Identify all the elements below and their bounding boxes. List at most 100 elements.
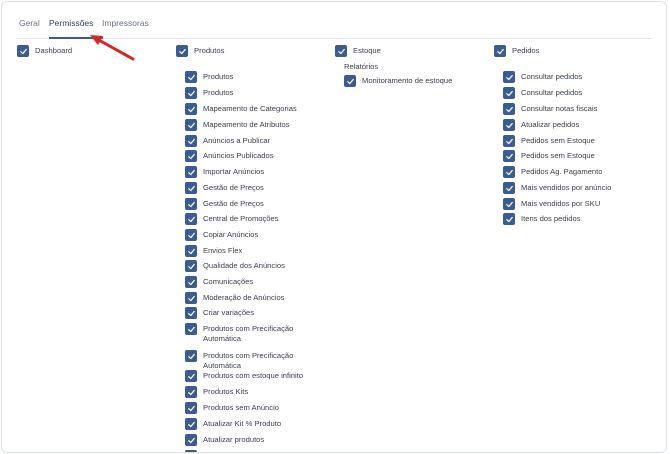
- permission-label: Mais vendidos por SKU: [521, 199, 601, 208]
- checkbox-checked-icon[interactable]: [503, 87, 515, 99]
- permission-pedidos-item[interactable]: Consultar notas fiscais: [503, 103, 597, 115]
- permission-label: Pedidos sem Estoque: [521, 151, 595, 160]
- checkbox-checked-icon[interactable]: [185, 71, 197, 83]
- checkbox-checked-icon[interactable]: [503, 198, 515, 210]
- checkbox-checked-icon[interactable]: [185, 103, 197, 115]
- checkbox-checked-icon[interactable]: [185, 150, 197, 162]
- permission-produtos[interactable]: Produtos: [176, 45, 224, 57]
- checkbox-checked-icon[interactable]: [185, 292, 197, 304]
- checkbox-checked-icon[interactable]: [185, 450, 197, 452]
- checkbox-checked-icon[interactable]: [185, 87, 197, 99]
- permission-produtos-item[interactable]: Moderação de Anúncios: [185, 292, 284, 304]
- checkbox-checked-icon[interactable]: [185, 323, 197, 335]
- permission-label: Moderação de Anúncios: [203, 293, 285, 302]
- checkbox-checked-icon[interactable]: [335, 45, 347, 57]
- permission-produtos-item[interactable]: Anúncios com Precificação: [185, 450, 294, 452]
- checkbox-checked-icon[interactable]: [185, 402, 197, 414]
- checkbox-checked-icon[interactable]: [503, 71, 515, 83]
- checkbox-checked-icon[interactable]: [185, 434, 197, 446]
- permission-pedidos-item[interactable]: Consultar pedidos: [503, 87, 582, 99]
- permissions-panel: Geral Permissões Impressoras Dashboard Pr…: [1, 1, 667, 453]
- checkbox-checked-icon[interactable]: [503, 103, 515, 115]
- checkbox-checked-icon[interactable]: [185, 386, 197, 398]
- tab-impressoras[interactable]: Impressoras: [102, 18, 149, 28]
- checkbox-checked-icon[interactable]: [185, 229, 197, 241]
- permission-produtos-item[interactable]: Qualidade dos Anúncios: [185, 260, 285, 272]
- permission-pedidos-item[interactable]: Mais vendidos por anúncio: [503, 182, 611, 194]
- permission-pedidos-item[interactable]: Pedidos sem Estoque: [503, 135, 595, 147]
- permission-produtos-item[interactable]: Produtos com estoque infinito: [185, 370, 303, 382]
- checkbox-checked-icon[interactable]: [185, 307, 197, 319]
- permission-produtos-item[interactable]: Gestão de Preços: [185, 182, 264, 194]
- permission-pedidos-item[interactable]: Pedidos sem Estoque: [503, 150, 595, 162]
- permission-label: Consultar pedidos: [521, 72, 583, 81]
- permission-produtos-item[interactable]: Comunicações: [185, 276, 253, 288]
- checkbox-checked-icon[interactable]: [185, 418, 197, 430]
- permission-label: Importar Anúncios: [203, 167, 265, 176]
- permission-produtos-item[interactable]: Produtos com Precificação Automática: [185, 323, 315, 344]
- permission-pedidos-item[interactable]: Mais vendidos por SKU: [503, 198, 600, 210]
- permission-label: Qualidade dos Anúncios: [203, 261, 285, 270]
- checkbox-checked-icon[interactable]: [185, 198, 197, 210]
- permission-produtos-item[interactable]: Produtos: [185, 71, 233, 83]
- permission-produtos-item[interactable]: Atualizar produtos: [185, 434, 264, 446]
- permission-produtos-item[interactable]: Atualizar Kit % Produto: [185, 418, 281, 430]
- checkbox-checked-icon[interactable]: [185, 119, 197, 131]
- checkbox-checked-icon[interactable]: [503, 213, 515, 225]
- permission-produtos-item[interactable]: Central de Promoções: [185, 213, 279, 225]
- tab-permissoes[interactable]: Permissões: [49, 18, 93, 28]
- checkbox-checked-icon[interactable]: [185, 135, 197, 147]
- checkbox-checked-icon[interactable]: [185, 213, 197, 225]
- permission-pedidos[interactable]: Pedidos: [494, 45, 539, 57]
- permission-label: Produtos: [194, 46, 225, 55]
- permission-label: Produtos sem Anúncio: [203, 403, 279, 412]
- checkbox-checked-icon[interactable]: [185, 182, 197, 194]
- checkbox-checked-icon[interactable]: [185, 370, 197, 382]
- permission-produtos-item[interactable]: Produtos Kits: [185, 386, 248, 398]
- checkbox-checked-icon[interactable]: [17, 45, 29, 57]
- permission-produtos-item[interactable]: Copiar Anúncios: [185, 229, 258, 241]
- checkbox-checked-icon[interactable]: [503, 182, 515, 194]
- permission-estoque[interactable]: Estoque: [335, 45, 381, 57]
- permission-produtos-item[interactable]: Mapeamento de Categorias: [185, 103, 297, 115]
- checkbox-checked-icon[interactable]: [185, 276, 197, 288]
- permission-label: Anúncios Publicados: [203, 151, 274, 160]
- permission-label: Central de Promoções: [203, 214, 279, 223]
- permission-pedidos-item[interactable]: Itens dos pedidos: [503, 213, 581, 225]
- permission-label: Envios Flex: [203, 246, 243, 255]
- checkbox-checked-icon[interactable]: [185, 245, 197, 257]
- permission-produtos-item[interactable]: Envios Flex: [185, 245, 242, 257]
- permission-produtos-item[interactable]: Produtos: [185, 87, 233, 99]
- permission-produtos-item[interactable]: Produtos com Precificação Automática: [185, 350, 315, 371]
- checkbox-checked-icon[interactable]: [176, 45, 188, 57]
- checkbox-checked-icon[interactable]: [503, 166, 515, 178]
- tab-geral[interactable]: Geral: [19, 18, 40, 28]
- checkbox-checked-icon[interactable]: [503, 150, 515, 162]
- permission-produtos-item[interactable]: Importar Anúncios: [185, 166, 264, 178]
- permission-label: Atualizar produtos: [203, 435, 265, 444]
- permission-estoque-item[interactable]: Monitoramento de estoque: [344, 75, 452, 87]
- permission-label: Atualizar pedidos: [521, 120, 580, 129]
- permission-dashboard[interactable]: Dashboard: [17, 45, 72, 57]
- section-relatorios: Relatórios: [344, 62, 379, 71]
- permission-label: Mais vendidos por anúncio: [521, 183, 612, 192]
- checkbox-checked-icon[interactable]: [503, 119, 515, 131]
- permission-label: Produtos com Precificação Automática: [203, 351, 294, 370]
- checkbox-checked-icon[interactable]: [185, 350, 197, 362]
- permission-pedidos-item[interactable]: Atualizar pedidos: [503, 119, 579, 131]
- active-tab-underline: [49, 37, 103, 39]
- permission-produtos-item[interactable]: Mapeamento de Atributos: [185, 119, 290, 131]
- checkbox-checked-icon[interactable]: [344, 75, 356, 87]
- checkbox-checked-icon[interactable]: [503, 135, 515, 147]
- checkbox-checked-icon[interactable]: [185, 260, 197, 272]
- checkbox-checked-icon[interactable]: [494, 45, 506, 57]
- permission-pedidos-item[interactable]: Pedidos Ag. Pagamento: [503, 166, 602, 178]
- permission-produtos-item[interactable]: Gestão de Preços: [185, 198, 264, 210]
- permission-produtos-item[interactable]: Anúncios a Publicar: [185, 135, 270, 147]
- checkbox-checked-icon[interactable]: [185, 166, 197, 178]
- permission-produtos-item[interactable]: Produtos sem Anúncio: [185, 402, 279, 414]
- permission-pedidos-item[interactable]: Consultar pedidos: [503, 71, 582, 83]
- permission-produtos-item[interactable]: Anúncios Publicados: [185, 150, 274, 162]
- permission-produtos-item[interactable]: Criar variações: [185, 307, 254, 319]
- permission-label: Consultar notas fiscais: [521, 104, 598, 113]
